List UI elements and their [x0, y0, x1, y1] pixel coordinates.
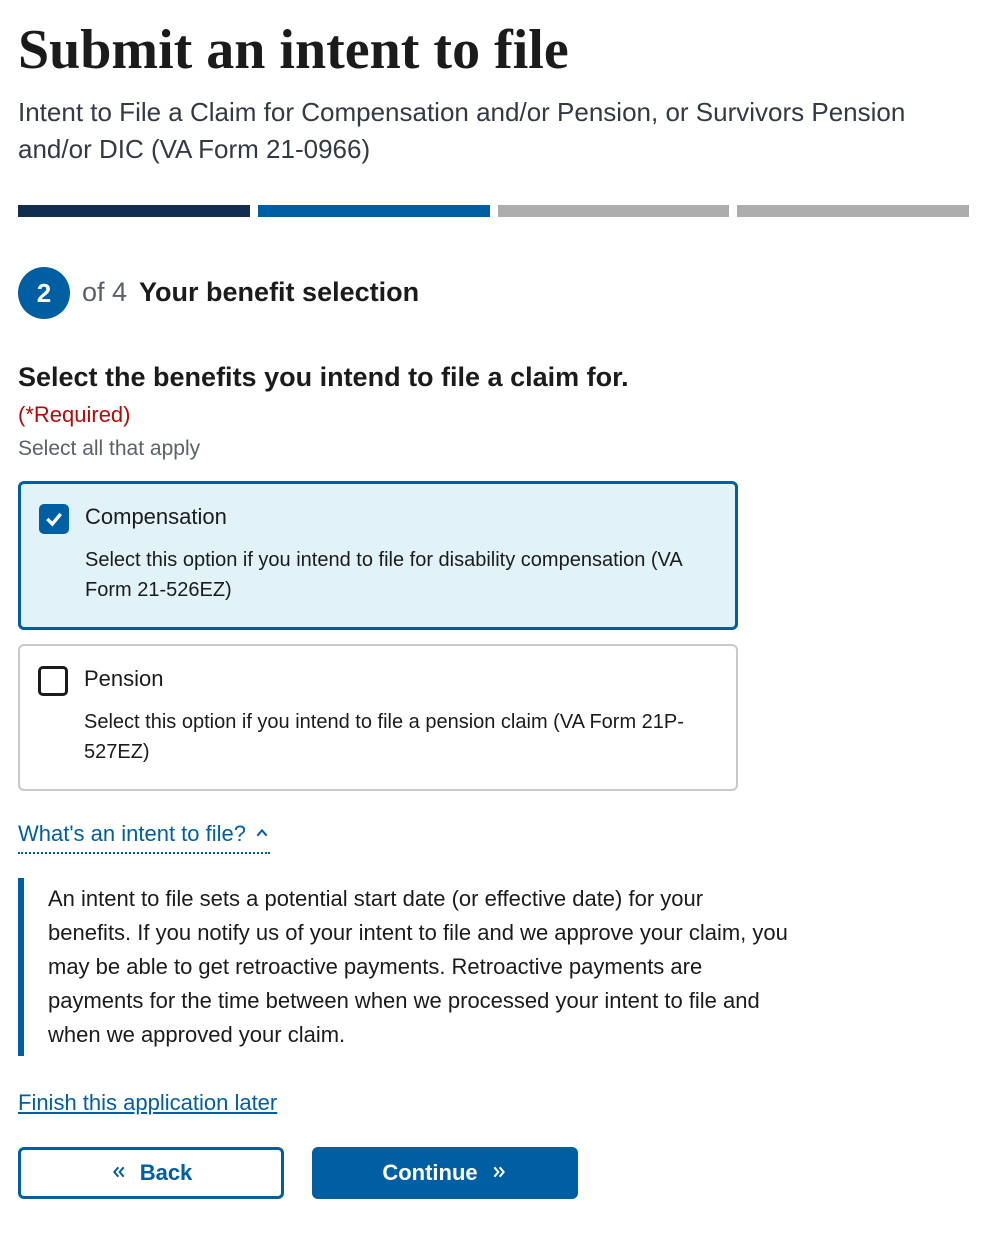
checkbox-pension[interactable] — [38, 666, 68, 696]
option-title: Pension — [84, 664, 718, 695]
disclosure: What's an intent to file? An intent to f… — [18, 819, 798, 1056]
fieldset-legend: Select the benefits you intend to file a… — [18, 359, 738, 432]
progress-segment-1 — [18, 205, 250, 217]
checkbox-compensation[interactable] — [39, 504, 69, 534]
legend-text: Select the benefits you intend to file a… — [18, 362, 629, 392]
finish-later-link[interactable]: Finish this application later — [18, 1088, 277, 1119]
step-of-label: of 4 — [82, 274, 127, 312]
chevrons-left-icon — [110, 1160, 128, 1186]
back-button[interactable]: Back — [18, 1147, 284, 1199]
continue-button[interactable]: Continue — [312, 1147, 578, 1199]
progress-bar — [18, 205, 969, 217]
disclosure-body: An intent to file sets a potential start… — [18, 878, 798, 1056]
disclosure-label: What's an intent to file? — [18, 819, 246, 850]
step-header: 2 of 4 Your benefit selection — [18, 267, 969, 319]
disclosure-toggle[interactable]: What's an intent to file? — [18, 819, 270, 854]
option-pension[interactable]: Pension Select this option if you intend… — [18, 644, 738, 791]
step-number-badge: 2 — [18, 267, 70, 319]
option-description: Select this option if you intend to file… — [85, 545, 717, 605]
progress-segment-2 — [258, 205, 490, 217]
option-compensation[interactable]: Compensation Select this option if you i… — [18, 481, 738, 630]
progress-segment-4 — [737, 205, 969, 217]
continue-button-label: Continue — [382, 1160, 477, 1186]
option-title: Compensation — [85, 502, 717, 533]
checkmark-icon — [44, 509, 64, 529]
option-description: Select this option if you intend to file… — [84, 707, 718, 767]
chevron-up-icon — [254, 819, 270, 850]
step-title: Your benefit selection — [139, 274, 419, 312]
page-subtitle: Intent to File a Claim for Compensation … — [18, 94, 969, 169]
chevrons-right-icon — [490, 1160, 508, 1186]
back-button-label: Back — [140, 1160, 193, 1186]
progress-segment-3 — [498, 205, 730, 217]
fieldset-hint: Select all that apply — [18, 434, 969, 463]
nav-row: Back Continue — [18, 1147, 969, 1199]
required-label: (*Required) — [18, 402, 131, 427]
page-title: Submit an intent to file — [18, 20, 969, 82]
